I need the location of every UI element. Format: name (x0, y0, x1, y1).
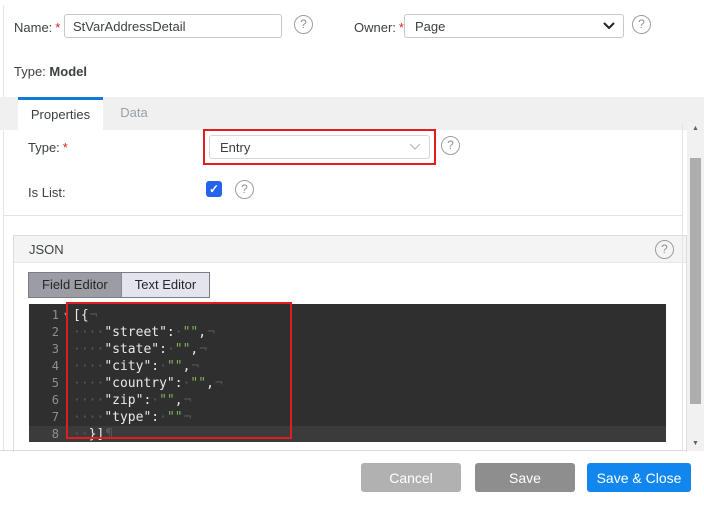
eol-marker: ¬ (184, 410, 192, 425)
fold-gutter (59, 341, 73, 358)
code-line: 2 ····"street":·"",¬ (29, 324, 666, 341)
line-number: 5 (29, 375, 59, 392)
line-number: 6 (29, 392, 59, 409)
eol-marker: ¬ (90, 308, 98, 323)
prop-type-help-icon[interactable]: ? (441, 136, 460, 155)
fold-gutter (59, 375, 73, 392)
fold-caret-icon[interactable]: ▾ (59, 307, 73, 324)
name-help-icon[interactable]: ? (294, 15, 313, 34)
field-editor-button[interactable]: Field Editor (29, 273, 121, 297)
scrollbar[interactable]: ▲ ▼ (687, 122, 704, 451)
chevron-down-icon (409, 143, 421, 151)
prop-type-select-value: Entry (220, 140, 250, 155)
line-number: 8 (29, 426, 59, 442)
name-label: Name:* (14, 20, 60, 35)
line-number: 4 (29, 358, 59, 375)
line-number: 1 (29, 307, 59, 324)
dialog-left-border (3, 6, 4, 451)
eol-marker: ¬ (199, 342, 207, 357)
fold-gutter (59, 358, 73, 375)
line-number: 2 (29, 324, 59, 341)
eol-marker: ¶ (105, 427, 113, 442)
type-value: Model (49, 64, 87, 79)
scrollbar-thumb[interactable] (690, 158, 701, 404)
scroll-up-icon[interactable]: ▲ (687, 122, 704, 136)
code-line: 7 ····"type":·""¬ (29, 409, 666, 426)
code-line: 4 ····"city":·"",¬ (29, 358, 666, 375)
tab-properties[interactable]: Properties (18, 97, 103, 130)
prop-type-select[interactable]: Entry (209, 135, 430, 159)
json-panel: JSON ? Field Editor Text Editor 1▾[{¬2··… (13, 235, 687, 452)
code-text: ····"city":·"",¬ (73, 358, 199, 375)
json-panel-header: JSON ? (14, 236, 686, 263)
code-text: ····"country":·"",¬ (73, 375, 223, 392)
required-asterisk: * (55, 20, 60, 35)
eol-marker: ¬ (184, 393, 192, 408)
line-number: 3 (29, 341, 59, 358)
code-text: [{¬ (73, 307, 97, 324)
save-and-close-button[interactable]: Save & Close (587, 463, 691, 492)
section-divider (4, 215, 682, 216)
prop-type-label: Type:* (28, 140, 68, 155)
tab-data[interactable]: Data (103, 97, 165, 130)
scroll-down-icon[interactable]: ▼ (687, 437, 704, 451)
text-editor-button[interactable]: Text Editor (121, 273, 209, 297)
fold-gutter (59, 392, 73, 409)
is-list-checkbox[interactable]: ✓ (206, 181, 222, 197)
fold-gutter (59, 426, 73, 442)
code-line: 3 ····"state":·"",¬ (29, 341, 666, 358)
is-list-label: Is List: (28, 185, 66, 200)
owner-label: Owner:* (354, 20, 404, 35)
save-button[interactable]: Save (475, 463, 575, 492)
code-text: ··}]¶ (73, 426, 113, 442)
cancel-button[interactable]: Cancel (361, 463, 461, 492)
owner-select-value: Page (415, 19, 445, 34)
type-caption: Type: Model (14, 64, 87, 79)
owner-select[interactable]: Page (404, 14, 624, 38)
chevron-down-icon (603, 22, 615, 30)
footer-divider (0, 450, 704, 451)
code-line: 5 ····"country":·"",¬ (29, 375, 666, 392)
code-editor[interactable]: 1▾[{¬2····"street":·"",¬3····"state":·""… (29, 304, 666, 442)
owner-help-icon[interactable]: ? (632, 15, 651, 34)
code-text: ····"zip":·"",¬ (73, 392, 191, 409)
json-panel-title: JSON (29, 242, 64, 257)
code-line: 8 ··}]¶ (29, 426, 666, 442)
code-text: ····"street":·"",¬ (73, 324, 215, 341)
is-list-help-icon[interactable]: ? (235, 180, 254, 199)
line-number: 7 (29, 409, 59, 426)
code-line: 6 ····"zip":·"",¬ (29, 392, 666, 409)
eol-marker: ¬ (191, 359, 199, 374)
eol-marker: ¬ (215, 376, 223, 391)
name-input[interactable] (64, 14, 282, 38)
fold-gutter (59, 324, 73, 341)
fold-gutter (59, 409, 73, 426)
required-asterisk: * (63, 140, 68, 155)
code-line: 1▾[{¬ (29, 307, 666, 324)
variable-editor-dialog: Name:* ? Owner:* Page ? Type: Model Prop… (0, 0, 704, 511)
content-right-border (682, 122, 683, 451)
code-text: ····"state":·"",¬ (73, 341, 207, 358)
code-lines: 1▾[{¬2····"street":·"",¬3····"state":·""… (29, 307, 666, 442)
editor-mode-toggle: Field Editor Text Editor (28, 272, 210, 298)
eol-marker: ¬ (207, 325, 215, 340)
json-help-icon[interactable]: ? (655, 240, 674, 259)
code-text: ····"type":·""¬ (73, 409, 191, 426)
